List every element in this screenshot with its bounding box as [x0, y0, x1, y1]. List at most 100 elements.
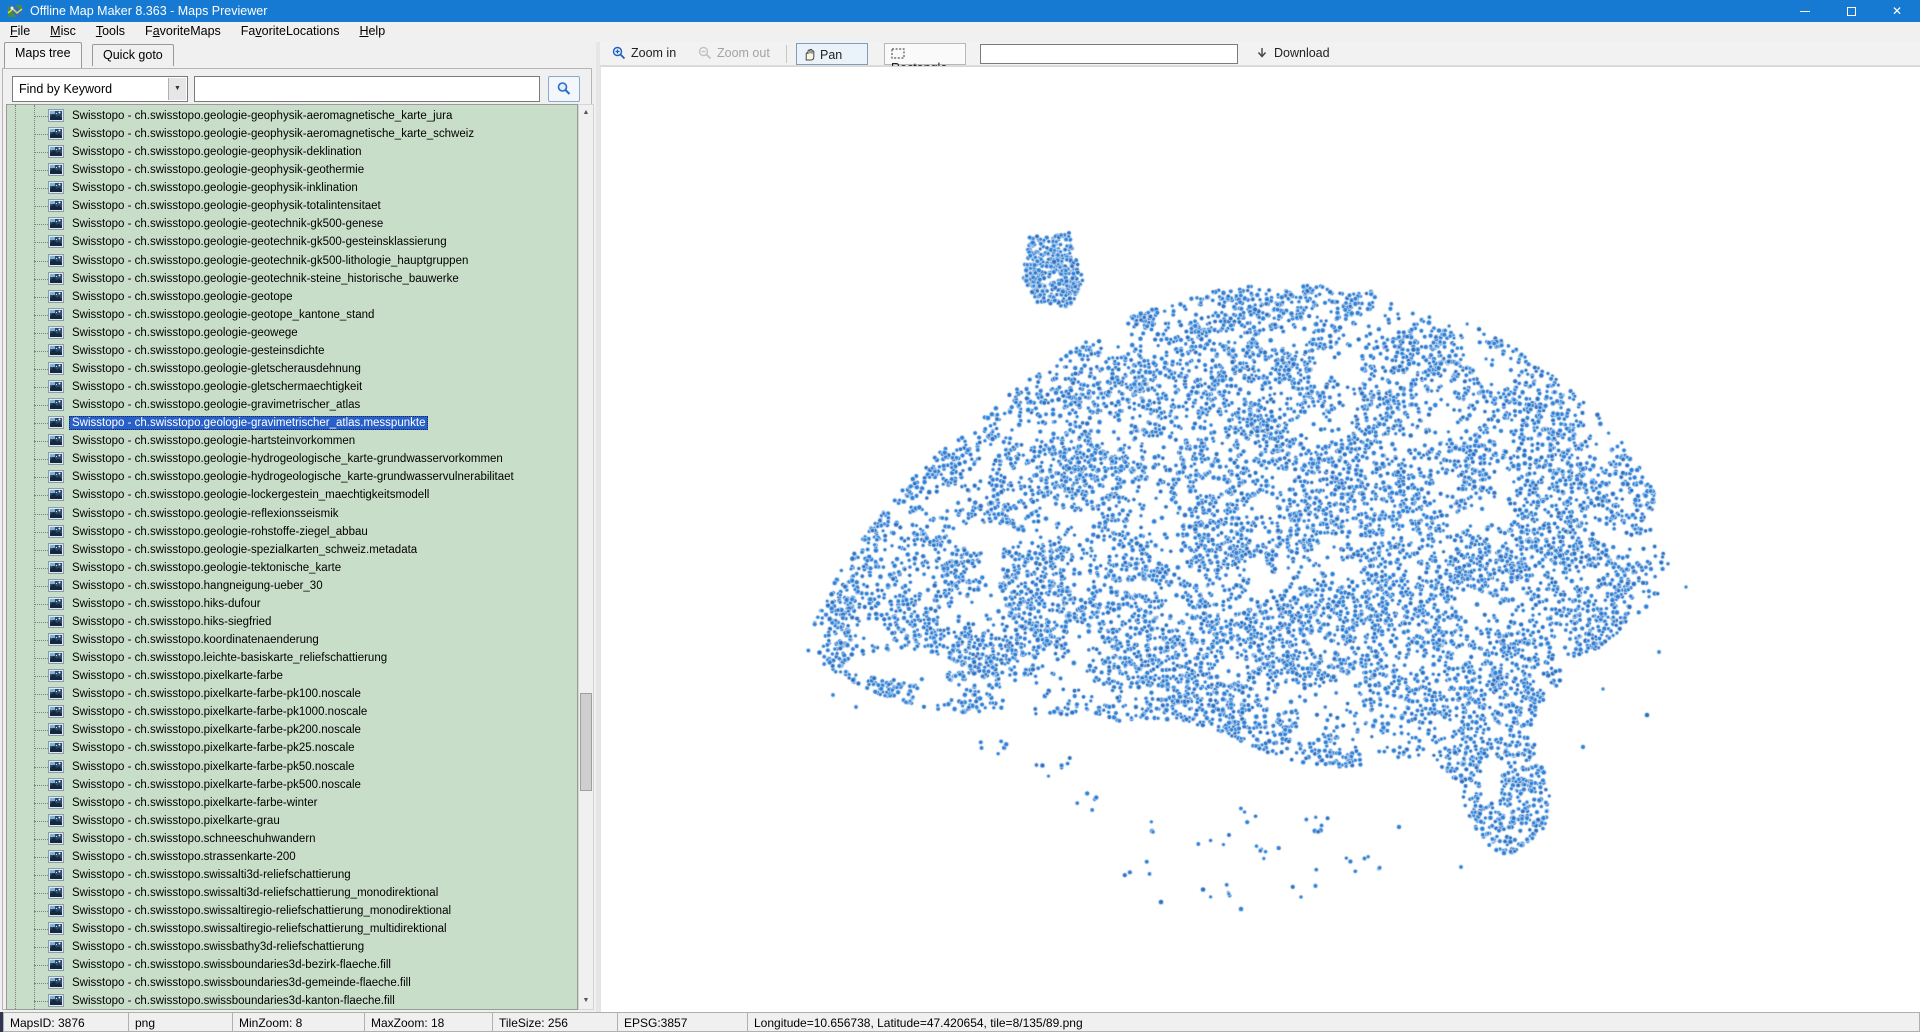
- tree-item[interactable]: Swisstopo - ch.swisstopo.koordinatenaend…: [7, 631, 577, 649]
- tree-connector: [34, 170, 48, 171]
- map-thumbnail-icon: [48, 235, 64, 248]
- menu-favoritelocations[interactable]: FavoriteLocations: [231, 22, 350, 42]
- tree-item[interactable]: Swisstopo - ch.swisstopo.geologie-geophy…: [7, 107, 577, 125]
- tree-scrollbar[interactable]: ▲ ▼: [578, 104, 594, 1010]
- tree-connector: [34, 261, 48, 262]
- map-thumbnail-icon: [48, 904, 64, 917]
- tree-item[interactable]: Swisstopo - ch.swisstopo.geologie-spezia…: [7, 541, 577, 559]
- scroll-down-icon[interactable]: ▼: [579, 993, 593, 1009]
- menu-help[interactable]: Help: [349, 22, 395, 42]
- tree-item[interactable]: Swisstopo - ch.swisstopo.pixelkarte-farb…: [7, 703, 577, 721]
- rectangle-button[interactable]: Rectangle: [884, 43, 966, 65]
- tree-item[interactable]: Swisstopo - ch.swisstopo.pixelkarte-farb…: [7, 667, 577, 685]
- tree-item[interactable]: Swisstopo - ch.swisstopo.geologie-reflex…: [7, 505, 577, 523]
- tree-item-label: Swisstopo - ch.swisstopo.geologie-geophy…: [69, 163, 367, 177]
- tab-maps-tree[interactable]: Maps tree: [4, 42, 82, 68]
- scroll-up-icon[interactable]: ▲: [579, 105, 593, 121]
- tree-item[interactable]: Swisstopo - ch.swisstopo.geologie-locker…: [7, 486, 577, 504]
- tree-item-label: Swisstopo - ch.swisstopo.geologie-geophy…: [69, 109, 455, 123]
- tree-item[interactable]: Swisstopo - ch.swisstopo.geologie-gletsc…: [7, 378, 577, 396]
- toolbar-separator: [786, 45, 787, 63]
- minimize-button[interactable]: [1782, 0, 1828, 22]
- tree-item[interactable]: Swisstopo - ch.swisstopo.geologie-hydrog…: [7, 450, 577, 468]
- tree-item[interactable]: Swisstopo - ch.swisstopo.geologie-geophy…: [7, 125, 577, 143]
- tree-item-label: Swisstopo - ch.swisstopo.geologie-geotec…: [69, 235, 450, 249]
- chevron-down-icon[interactable]: ▼: [168, 78, 186, 100]
- tree-item[interactable]: Swisstopo - ch.swisstopo.strassenkarte-2…: [7, 848, 577, 866]
- tree-connector: [34, 604, 48, 605]
- tree-item[interactable]: Swisstopo - ch.swisstopo.geologie-geophy…: [7, 179, 577, 197]
- find-mode-combobox[interactable]: Find by Keyword ▼: [12, 76, 188, 102]
- tree-item[interactable]: Swisstopo - ch.swisstopo.pixelkarte-farb…: [7, 794, 577, 812]
- tree-item-selected[interactable]: Swisstopo - ch.swisstopo.geologie-gravim…: [7, 414, 577, 432]
- tree-item[interactable]: Swisstopo - ch.swisstopo.geologie-tekton…: [7, 559, 577, 577]
- zoom-in-button[interactable]: Zoom in: [612, 43, 676, 65]
- search-input[interactable]: [194, 76, 540, 102]
- tree-item-label: Swisstopo - ch.swisstopo.geologie-geophy…: [69, 145, 365, 159]
- tree-item-label: Swisstopo - ch.swisstopo.leichte-basiska…: [69, 651, 390, 665]
- tree-item[interactable]: Swisstopo - ch.swisstopo.pixelkarte-farb…: [7, 685, 577, 703]
- tree-item[interactable]: Swisstopo - ch.swisstopo.hangneigung-ueb…: [7, 577, 577, 595]
- map-thumbnail-icon: [48, 561, 64, 574]
- tree-item[interactable]: Swisstopo - ch.swisstopo.pixelkarte-farb…: [7, 776, 577, 794]
- tree-item[interactable]: Swisstopo - ch.swisstopo.geologie-geophy…: [7, 197, 577, 215]
- maps-tree-list[interactable]: Swisstopo - ch.swisstopo.geologie-geophy…: [6, 104, 578, 1010]
- tree-connector: [34, 839, 48, 840]
- tree-item[interactable]: Swisstopo - ch.swisstopo.geologie-gletsc…: [7, 360, 577, 378]
- tree-item[interactable]: Swisstopo - ch.swisstopo.geologie-geophy…: [7, 161, 577, 179]
- tree-item-label: Swisstopo - ch.swisstopo.geologie-geotop…: [69, 290, 296, 304]
- tree-item-label: Swisstopo - ch.swisstopo.geologie-spezia…: [69, 543, 420, 557]
- menu-tools[interactable]: Tools: [86, 22, 135, 42]
- tree-item[interactable]: Swisstopo - ch.swisstopo.geologie-geoweg…: [7, 324, 577, 342]
- menu-file[interactable]: File: [0, 22, 40, 42]
- map-canvas[interactable]: [601, 67, 1920, 1013]
- tree-item[interactable]: Swisstopo - ch.swisstopo.geologie-geotec…: [7, 215, 577, 233]
- map-preview-panel[interactable]: [600, 66, 1920, 1012]
- tree-item[interactable]: Swisstopo - ch.swisstopo.geologie-geotec…: [7, 252, 577, 270]
- tree-item[interactable]: Swisstopo - ch.swisstopo.geologie-geotec…: [7, 270, 577, 288]
- tree-item-label: Swisstopo - ch.swisstopo.swissaltiregio-…: [69, 904, 454, 918]
- tree-item[interactable]: Swisstopo - ch.swisstopo.geologie-rohsto…: [7, 523, 577, 541]
- download-button[interactable]: Download: [1256, 43, 1330, 65]
- tree-item[interactable]: Swisstopo - ch.swisstopo.hiks-dufour: [7, 595, 577, 613]
- tree-item[interactable]: Swisstopo - ch.swisstopo.pixelkarte-farb…: [7, 758, 577, 776]
- tree-item[interactable]: Swisstopo - ch.swisstopo.geologie-hydrog…: [7, 468, 577, 486]
- tree-item[interactable]: Swisstopo - ch.swisstopo.swissboundaries…: [7, 974, 577, 992]
- tree-item-label: Swisstopo - ch.swisstopo.geologie-geotop…: [69, 308, 377, 322]
- tree-item[interactable]: Swisstopo - ch.swisstopo.hiks-siegfried: [7, 613, 577, 631]
- tree-item[interactable]: Swisstopo - ch.swisstopo.geologie-geotop…: [7, 306, 577, 324]
- tree-item[interactable]: Swisstopo - ch.swisstopo.swissboundaries…: [7, 956, 577, 974]
- tree-item[interactable]: Swisstopo - ch.swisstopo.geologie-geophy…: [7, 143, 577, 161]
- tree-item[interactable]: Swisstopo - ch.swisstopo.swissalti3d-rel…: [7, 884, 577, 902]
- tree-item[interactable]: Swisstopo - ch.swisstopo.swissbathy3d-re…: [7, 938, 577, 956]
- search-button[interactable]: [548, 76, 580, 102]
- tree-item[interactable]: Swisstopo - ch.swisstopo.pixelkarte-farb…: [7, 739, 577, 757]
- close-button[interactable]: ✕: [1874, 0, 1920, 22]
- tab-quick-goto[interactable]: Quick goto: [92, 44, 174, 66]
- map-thumbnail-icon: [48, 145, 64, 158]
- tree-item[interactable]: Swisstopo - ch.swisstopo.leichte-basiska…: [7, 649, 577, 667]
- tree-item[interactable]: Swisstopo - ch.swisstopo.swissaltiregio-…: [7, 920, 577, 938]
- tree-item[interactable]: Swisstopo - ch.swisstopo.swissboundaries…: [7, 992, 577, 1010]
- tree-connector: [34, 550, 48, 551]
- tree-item[interactable]: Swisstopo - ch.swisstopo.swissalti3d-rel…: [7, 866, 577, 884]
- zoom-out-button: Zoom out: [698, 43, 770, 65]
- menu-misc[interactable]: Misc: [40, 22, 86, 42]
- menu-favoritemaps[interactable]: FavoriteMaps: [135, 22, 231, 42]
- tree-item[interactable]: Swisstopo - ch.swisstopo.geologie-geotop…: [7, 288, 577, 306]
- tree-item-label: Swisstopo - ch.swisstopo.swissboundaries…: [69, 994, 398, 1008]
- tree-item[interactable]: Swisstopo - ch.swisstopo.geologie-gestei…: [7, 342, 577, 360]
- tree-item[interactable]: Swisstopo - ch.swisstopo.geologie-geotec…: [7, 233, 577, 251]
- tree-item[interactable]: Swisstopo - ch.swisstopo.pixelkarte-grau: [7, 812, 577, 830]
- pan-map-button[interactable]: Pan map: [796, 43, 868, 65]
- tree-connector: [34, 893, 48, 894]
- tree-item[interactable]: Swisstopo - ch.swisstopo.swissaltiregio-…: [7, 902, 577, 920]
- tree-item[interactable]: Swisstopo - ch.swisstopo.schneeschuhwand…: [7, 830, 577, 848]
- map-thumbnail-icon: [48, 290, 64, 303]
- maximize-button[interactable]: [1828, 0, 1874, 22]
- tree-item[interactable]: Swisstopo - ch.swisstopo.geologie-hartst…: [7, 432, 577, 450]
- download-name-input[interactable]: [980, 44, 1238, 64]
- scrollbar-thumb[interactable]: [580, 693, 592, 791]
- tree-item[interactable]: Swisstopo - ch.swisstopo.pixelkarte-farb…: [7, 721, 577, 739]
- tree-item[interactable]: Swisstopo - ch.swisstopo.geologie-gravim…: [7, 396, 577, 414]
